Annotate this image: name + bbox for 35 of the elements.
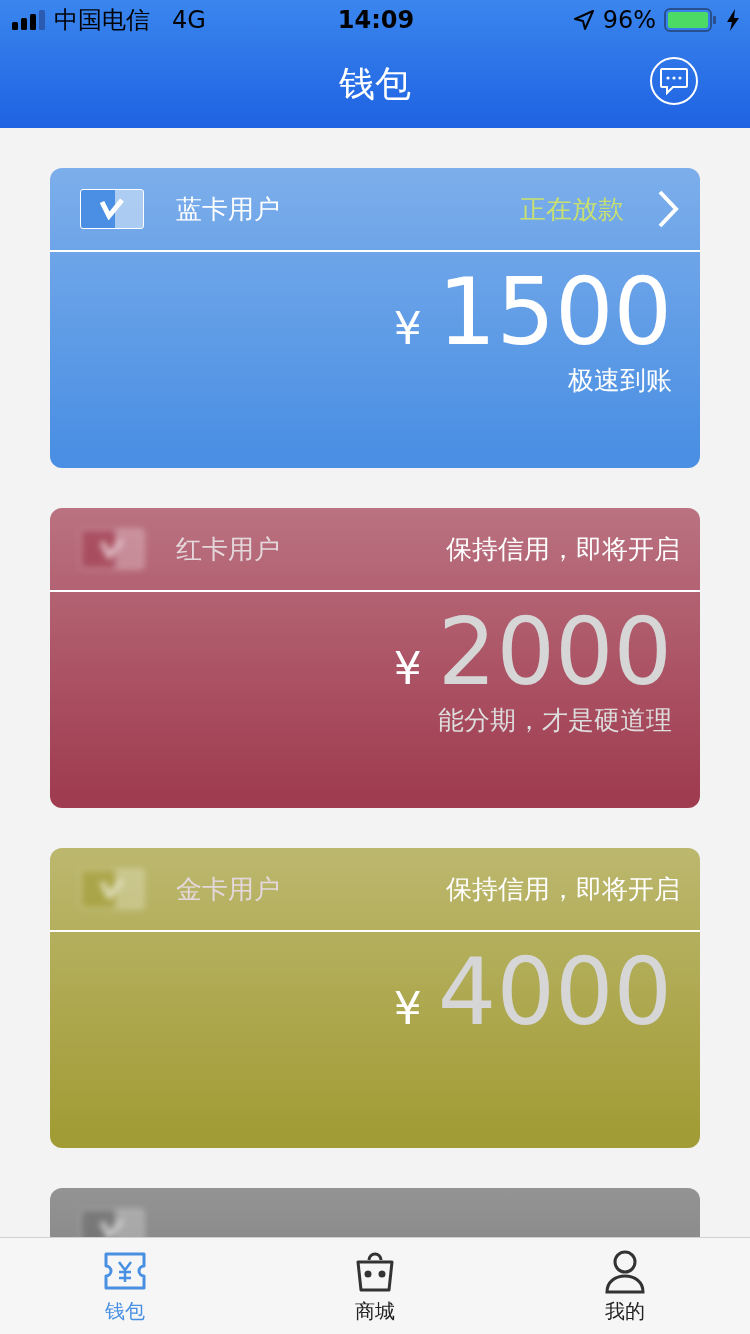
- card-status: 保持信用，即将开启: [446, 872, 680, 906]
- chat-bubble-icon: [659, 67, 689, 95]
- card-logo-icon: [80, 1209, 144, 1237]
- card-tier-name: 蓝卡用户: [176, 192, 280, 226]
- card-logo-icon: [80, 869, 144, 909]
- page-title: 钱包: [339, 61, 411, 106]
- credit-amount: 1500: [437, 262, 672, 364]
- message-button[interactable]: [650, 57, 698, 105]
- card-slogan: 能分期，才是硬道理: [438, 704, 672, 738]
- battery-icon: [664, 8, 718, 32]
- card-tier-name: 红卡用户: [176, 532, 280, 566]
- wallet-card[interactable]: 蓝卡用户 正在放款 ¥ 1500 极速到账: [50, 168, 700, 468]
- tab-bar-item[interactable]: 我的: [500, 1238, 750, 1334]
- wallet-card[interactable]: 红卡用户 保持信用，即将开启 ¥ 2000 能分期，才是硬道理: [50, 508, 700, 808]
- card-slogan: 极速到账: [568, 364, 672, 398]
- battery-percent: 96%: [602, 6, 656, 34]
- tab-bar-item[interactable]: 钱包: [0, 1238, 250, 1334]
- charging-bolt-icon: [726, 9, 740, 31]
- card-status: 正在放款: [520, 192, 624, 226]
- credit-amount: 4000: [437, 942, 672, 1044]
- chevron-right-icon: [656, 189, 680, 229]
- clock-time: 14:09: [337, 6, 415, 34]
- credit-amount: 2000: [437, 602, 672, 704]
- card-logo-icon: [80, 189, 144, 229]
- network-type: 4G: [172, 6, 206, 34]
- location-arrow-icon: [572, 9, 595, 31]
- currency-symbol: ¥: [393, 983, 422, 1034]
- signal-icon: [12, 10, 46, 30]
- card-logo-icon: [80, 529, 144, 569]
- currency-symbol: ¥: [393, 303, 422, 354]
- card-status: 保持信用，即将开启: [446, 532, 680, 566]
- carrier-name: 中国电信: [54, 5, 150, 36]
- currency-symbol: ¥: [393, 643, 422, 694]
- card-tier-name: 金卡用户: [176, 872, 280, 906]
- tab-bar-item[interactable]: 商城: [250, 1238, 500, 1334]
